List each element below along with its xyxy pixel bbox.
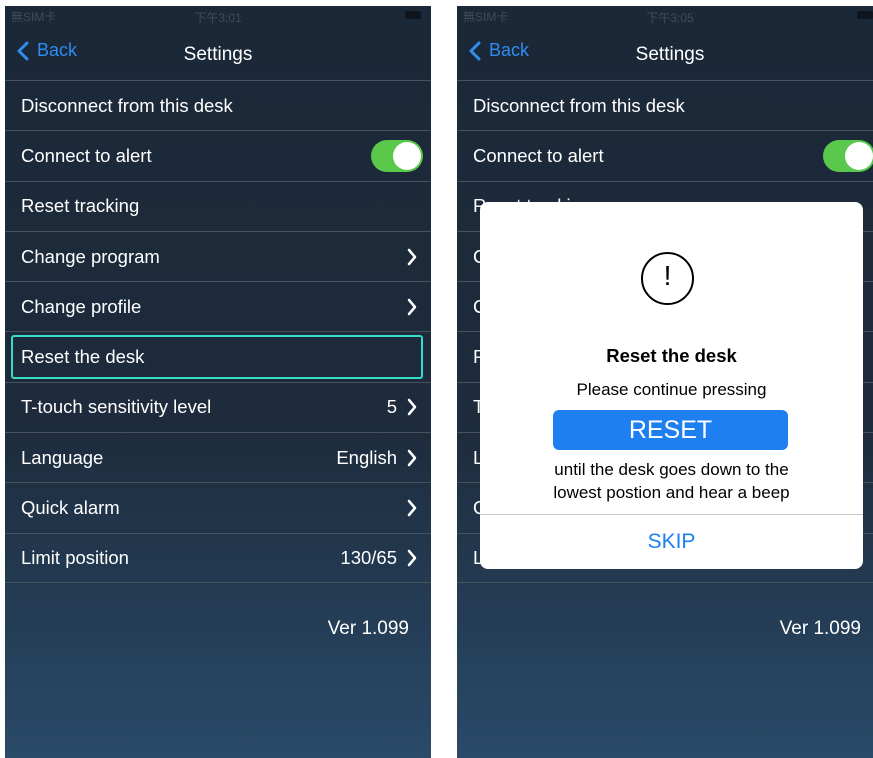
row-label: Disconnect from this desk (473, 94, 685, 116)
dialog-instruction: Please continue pressing (576, 380, 767, 399)
row-label: Reset tracking (21, 195, 140, 217)
row-label: Change program (21, 245, 160, 267)
chevron-right-icon (407, 399, 417, 416)
version-label: Ver 1.099 (327, 618, 409, 639)
row-connect-alert: Connect to alert (5, 130, 431, 180)
alert-icon: ! (641, 252, 694, 305)
row-disconnect[interactable]: Disconnect from this desk (457, 80, 873, 130)
row-connect-alert: Connect to alert (457, 130, 873, 180)
connect-alert-toggle[interactable] (823, 139, 873, 172)
row-reset-desk[interactable]: Reset the desk (5, 331, 431, 381)
skip-button[interactable]: SKIP (480, 515, 863, 569)
chevron-right-icon (407, 549, 417, 567)
row-disconnect[interactable]: Disconnect from this desk (5, 80, 431, 130)
reset-button[interactable]: RESET (553, 410, 788, 450)
status-bar: 無SIM卡 下午3:05 (457, 6, 873, 26)
row-quick-alarm[interactable]: Quick alarm (5, 482, 431, 532)
row-label: Quick alarm (21, 497, 120, 519)
selection-highlight (11, 335, 423, 379)
limit-position-value: 130/65 (340, 546, 397, 568)
row-label: Connect to alert (21, 144, 152, 166)
page-title: Settings (183, 44, 253, 65)
nav-bar: Back Settings (5, 26, 431, 80)
row-language[interactable]: Language English (5, 432, 431, 482)
battery-icon (405, 11, 421, 19)
row-label: Change profile (21, 295, 142, 317)
row-sensitivity[interactable]: T-touch sensitivity level 5 (5, 381, 431, 432)
row-reset-tracking[interactable]: Reset tracking (5, 180, 431, 231)
dialog-instruction-3: lowest postion and hear a beep (553, 483, 790, 502)
sensitivity-value: 5 (386, 396, 397, 418)
settings-list: Disconnect from this desk Connect to ale… (5, 80, 431, 583)
chevron-right-icon (407, 248, 417, 265)
version-label: Ver 1.099 (779, 618, 861, 639)
connect-alert-toggle[interactable] (371, 139, 423, 172)
status-bar: 無SIM卡 下午3:01 (5, 6, 431, 26)
row-change-program[interactable]: Change program (5, 230, 431, 281)
row-label: Disconnect from this desk (21, 94, 233, 116)
settings-screen-right: 無SIM卡 下午3:05 Back Settings Disconnect fr… (457, 6, 873, 758)
reset-desk-dialog: ! Reset the desk Please continue pressin… (480, 202, 863, 569)
dialog-instruction-2: until the desk goes down to the (554, 460, 789, 479)
chevron-right-icon (407, 449, 417, 466)
toggle-knob (845, 141, 873, 170)
row-label: Connect to alert (473, 144, 604, 166)
dialog-title: Reset the desk (606, 345, 737, 366)
row-change-profile[interactable]: Change profile (5, 281, 431, 331)
nav-bar: Back Settings (457, 26, 873, 80)
status-time: 下午3:05 (646, 11, 694, 25)
status-time: 下午3:01 (194, 11, 242, 25)
row-label: T-touch sensitivity level (21, 396, 212, 418)
chevron-right-icon (407, 298, 417, 316)
page-title: Settings (635, 44, 705, 65)
toggle-knob (393, 141, 421, 170)
row-limit-position[interactable]: Limit position 130/65 (5, 532, 431, 583)
language-value: English (336, 446, 397, 468)
chevron-right-icon (407, 499, 417, 517)
battery-icon (857, 11, 873, 19)
settings-screen-left: 無SIM卡 下午3:01 Back Settings Disconnect fr… (5, 6, 431, 758)
